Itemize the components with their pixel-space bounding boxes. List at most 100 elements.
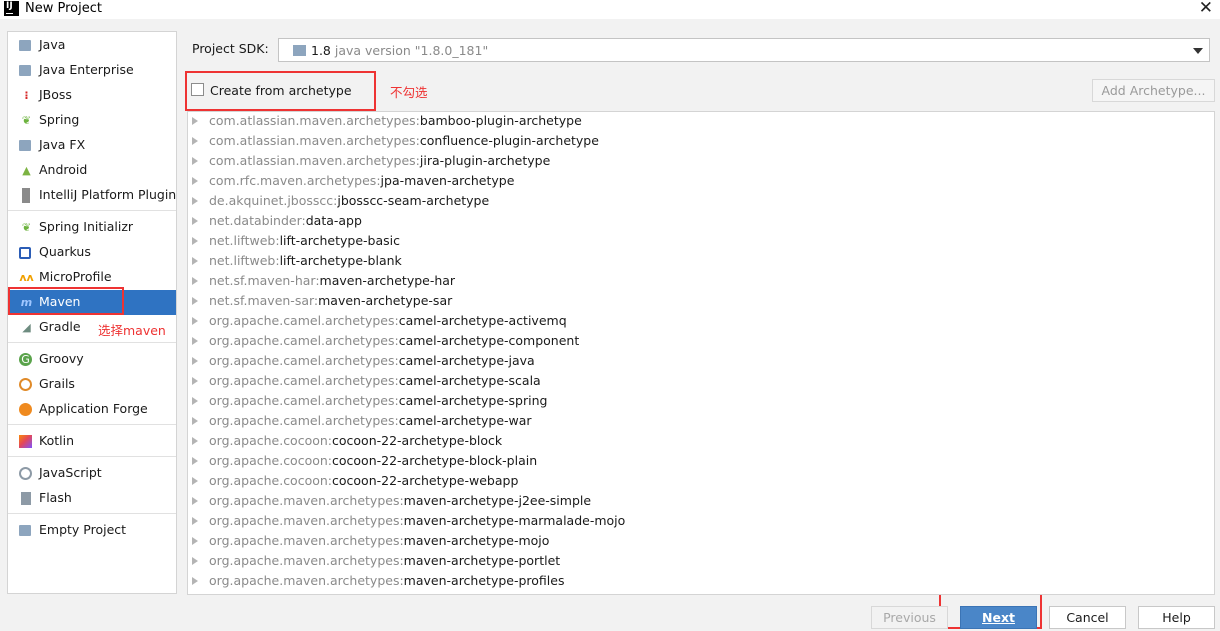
archetype-row[interactable]: org.apache.camel.archetypes:camel-archet…	[188, 412, 1214, 432]
archetype-row[interactable]: net.liftweb:lift-archetype-blank	[188, 252, 1214, 272]
archetype-row[interactable]: com.atlassian.maven.archetypes:jira-plug…	[188, 152, 1214, 172]
sidebar-item-java[interactable]: Java	[8, 33, 176, 58]
archetype-group: org.apache.camel.archetypes:	[209, 353, 399, 368]
sidebar-item-quarkus[interactable]: Quarkus	[8, 240, 176, 265]
cancel-button[interactable]: Cancel	[1049, 606, 1126, 629]
archetype-group: org.apache.cocoon:	[209, 453, 333, 468]
sidebar-item-java-fx[interactable]: Java FX	[8, 133, 176, 158]
archetype-artifact: camel-archetype-component	[398, 333, 580, 348]
archetype-artifact: camel-archetype-java	[398, 353, 535, 368]
archetype-text: org.apache.cocoon:cocoon-22-archetype-bl…	[209, 453, 537, 468]
help-button[interactable]: Help	[1138, 606, 1215, 629]
expand-arrow-icon[interactable]	[192, 577, 198, 585]
sidebar-item-spring[interactable]: ❦ Spring	[8, 108, 176, 133]
expand-arrow-icon[interactable]	[192, 137, 198, 145]
sidebar-item-java-enterprise[interactable]: Java Enterprise	[8, 58, 176, 83]
expand-arrow-icon[interactable]	[192, 477, 198, 485]
archetype-row[interactable]: net.databinder:data-app	[188, 212, 1214, 232]
expand-arrow-icon[interactable]	[192, 157, 198, 165]
next-button-label: Next	[982, 610, 1015, 625]
add-archetype-button[interactable]: Add Archetype...	[1092, 79, 1215, 102]
archetype-row[interactable]: org.apache.maven.archetypes:maven-archet…	[188, 552, 1214, 572]
archetype-row[interactable]: com.atlassian.maven.archetypes:bamboo-pl…	[188, 112, 1214, 132]
archetype-row[interactable]: org.apache.camel.archetypes:camel-archet…	[188, 352, 1214, 372]
archetype-row[interactable]: net.sf.maven-har:maven-archetype-har	[188, 272, 1214, 292]
sidebar-item-empty-project[interactable]: Empty Project	[8, 518, 176, 543]
sidebar-item-kotlin[interactable]: Kotlin	[8, 429, 176, 454]
archetype-row[interactable]: de.akquinet.jbosscc:jbosscc-seam-archety…	[188, 192, 1214, 212]
groovy-icon: G	[19, 353, 32, 366]
create-from-archetype-label[interactable]: Create from archetype	[210, 83, 352, 98]
expand-arrow-icon[interactable]	[192, 557, 198, 565]
sidebar-item-grails[interactable]: Grails	[8, 372, 176, 397]
archetype-text: com.atlassian.maven.archetypes:bamboo-pl…	[209, 113, 582, 128]
previous-button[interactable]: Previous	[871, 606, 948, 629]
archetype-list[interactable]: com.atlassian.maven.archetypes:bamboo-pl…	[187, 111, 1215, 595]
archetype-row[interactable]: org.apache.cocoon:cocoon-22-archetype-bl…	[188, 452, 1214, 472]
javascript-globe-icon	[19, 467, 32, 480]
archetype-row[interactable]: net.sf.maven-sar:maven-archetype-sar	[188, 292, 1214, 312]
archetype-artifact: maven-archetype-marmalade-mojo	[403, 513, 626, 528]
sidebar-item-intellij-platform-plugin[interactable]: IntelliJ Platform Plugin	[8, 183, 176, 208]
archetype-row[interactable]: org.apache.cocoon:cocoon-22-archetype-we…	[188, 472, 1214, 492]
expand-arrow-icon[interactable]	[192, 297, 198, 305]
close-icon[interactable]: ✕	[1199, 0, 1213, 18]
archetype-row[interactable]: com.atlassian.maven.archetypes:confluenc…	[188, 132, 1214, 152]
expand-arrow-icon[interactable]	[192, 417, 198, 425]
expand-arrow-icon[interactable]	[192, 117, 198, 125]
archetype-row[interactable]: org.apache.camel.archetypes:camel-archet…	[188, 392, 1214, 412]
archetype-row[interactable]: org.apache.camel.archetypes:camel-archet…	[188, 372, 1214, 392]
sidebar-item-flash[interactable]: Flash	[8, 486, 176, 511]
expand-arrow-icon[interactable]	[192, 397, 198, 405]
sidebar-item-label: IntelliJ Platform Plugin	[39, 187, 177, 202]
expand-arrow-icon[interactable]	[192, 517, 198, 525]
expand-arrow-icon[interactable]	[192, 177, 198, 185]
archetype-artifact: maven-archetype-mojo	[403, 533, 550, 548]
archetype-group: net.sf.maven-sar:	[209, 293, 319, 308]
archetype-row[interactable]: org.apache.maven.archetypes:maven-archet…	[188, 572, 1214, 592]
expand-arrow-icon[interactable]	[192, 437, 198, 445]
archetype-artifact: camel-archetype-activemq	[398, 313, 567, 328]
expand-arrow-icon[interactable]	[192, 217, 198, 225]
archetype-text: org.apache.maven.archetypes:maven-archet…	[209, 573, 564, 588]
expand-arrow-icon[interactable]	[192, 377, 198, 385]
sidebar-item-spring-initializr[interactable]: ❦ Spring Initializr	[8, 215, 176, 240]
expand-arrow-icon[interactable]	[192, 537, 198, 545]
sidebar-item-android[interactable]: ▲ Android	[8, 158, 176, 183]
expand-arrow-icon[interactable]	[192, 337, 198, 345]
folder-icon	[19, 525, 31, 536]
archetype-text: com.atlassian.maven.archetypes:jira-plug…	[209, 153, 550, 168]
archetype-row[interactable]: org.apache.camel.archetypes:camel-archet…	[188, 312, 1214, 332]
archetype-row[interactable]: org.apache.cocoon:cocoon-22-archetype-bl…	[188, 432, 1214, 452]
archetype-text: org.apache.maven.archetypes:maven-archet…	[209, 493, 591, 508]
expand-arrow-icon[interactable]	[192, 457, 198, 465]
chevron-down-icon[interactable]	[1193, 48, 1203, 54]
archetype-row[interactable]: org.apache.maven.archetypes:maven-archet…	[188, 532, 1214, 552]
create-from-archetype-checkbox[interactable]	[191, 83, 204, 96]
archetype-artifact: maven-archetype-profiles	[403, 573, 565, 588]
sidebar-item-label: Quarkus	[39, 244, 91, 259]
archetype-group: org.apache.camel.archetypes:	[209, 313, 399, 328]
expand-arrow-icon[interactable]	[192, 277, 198, 285]
project-sdk-select[interactable]: 1.8 java version "1.8.0_181"	[278, 38, 1210, 62]
archetype-row[interactable]: org.apache.camel.archetypes:camel-archet…	[188, 332, 1214, 352]
sidebar-item-label: Gradle	[39, 319, 81, 334]
archetype-row[interactable]: com.rfc.maven.archetypes:jpa-maven-arche…	[188, 172, 1214, 192]
archetype-artifact: jpa-maven-archetype	[380, 173, 515, 188]
archetype-row[interactable]: net.liftweb:lift-archetype-basic	[188, 232, 1214, 252]
sidebar-item-jboss[interactable]: ⁝ JBoss	[8, 83, 176, 108]
expand-arrow-icon[interactable]	[192, 357, 198, 365]
sidebar-item-javascript[interactable]: JavaScript	[8, 461, 176, 486]
next-button[interactable]: Next	[960, 606, 1037, 629]
sidebar-item-application-forge[interactable]: Application Forge	[8, 397, 176, 422]
expand-arrow-icon[interactable]	[192, 257, 198, 265]
expand-arrow-icon[interactable]	[192, 237, 198, 245]
sidebar-item-label: Java	[39, 37, 66, 52]
expand-arrow-icon[interactable]	[192, 317, 198, 325]
archetype-text: org.apache.maven.archetypes:maven-archet…	[209, 513, 625, 528]
expand-arrow-icon[interactable]	[192, 497, 198, 505]
sidebar-item-groovy[interactable]: G Groovy	[8, 347, 176, 372]
archetype-row[interactable]: org.apache.maven.archetypes:maven-archet…	[188, 512, 1214, 532]
archetype-row[interactable]: org.apache.maven.archetypes:maven-archet…	[188, 492, 1214, 512]
expand-arrow-icon[interactable]	[192, 197, 198, 205]
